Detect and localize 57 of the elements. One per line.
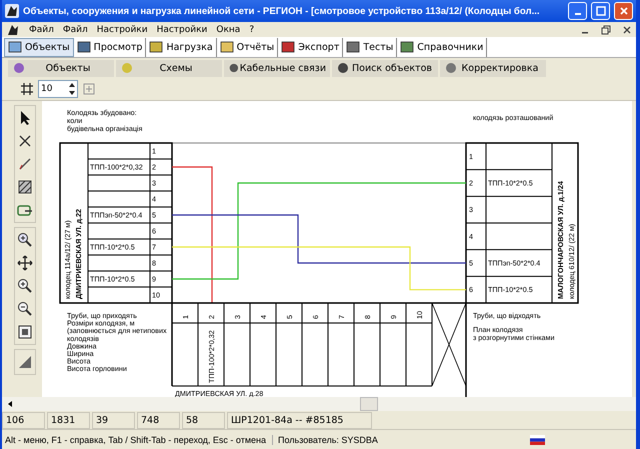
status-field: 748 xyxy=(137,412,180,428)
minimize-icon xyxy=(574,13,580,15)
window-title: Объекты, сооружения и нагрузка линейной сети - РЕГИОН - [смотровое устройство 113а/12/ (Колодцы бол... xyxy=(23,6,541,16)
menu-item[interactable]: Файл xyxy=(62,24,88,34)
close-button[interactable] xyxy=(614,2,633,20)
section-icon xyxy=(444,61,458,75)
section-icon xyxy=(12,61,26,75)
status-user: Пользователь: SYSDBA xyxy=(277,434,379,444)
flag-icon xyxy=(530,434,545,444)
tab-icon xyxy=(346,40,360,54)
tab-icon xyxy=(149,40,164,54)
app-icon xyxy=(5,4,19,18)
maximize-icon xyxy=(596,6,606,16)
minimize-button[interactable] xyxy=(568,2,587,20)
status-field: 58 xyxy=(182,412,225,428)
tab-icon xyxy=(400,40,414,54)
status-field: 106 xyxy=(2,412,45,428)
status-field: 39 xyxy=(92,412,135,428)
horizontal-scrollbar[interactable] xyxy=(2,397,636,411)
zoom-in-icon[interactable] xyxy=(17,278,33,294)
maximize-button[interactable] xyxy=(591,2,610,20)
section-button[interactable]: Схемы xyxy=(116,60,222,76)
tab-icon xyxy=(8,40,22,54)
hatch-icon[interactable] xyxy=(17,179,33,195)
menu-item[interactable]: Настройки xyxy=(96,24,148,34)
pen-icon[interactable] xyxy=(17,156,33,172)
scale-spin-field[interactable]: 10 xyxy=(38,80,78,98)
cross-arrows-icon[interactable] xyxy=(17,133,33,149)
section-button[interactable]: Объекты xyxy=(8,60,114,76)
section-icon xyxy=(228,61,240,75)
section-button[interactable]: Кабельные связи xyxy=(224,60,330,76)
section-icon xyxy=(336,61,350,75)
menu-item[interactable]: Файл xyxy=(29,24,54,34)
menu-item[interactable]: Окна xyxy=(216,24,240,34)
status-field: ШР1201-84а -- #85185 xyxy=(227,412,372,428)
zoom-in-icon[interactable] xyxy=(17,232,33,248)
status-field: 1831 xyxy=(47,412,90,428)
move-icon[interactable] xyxy=(17,255,33,271)
close-icon xyxy=(618,6,628,16)
section-button[interactable]: Корректировка xyxy=(440,60,546,76)
ramp-icon[interactable] xyxy=(17,354,33,370)
tab-icon xyxy=(281,40,296,54)
status-hint: Alt - меню, F1 - справка, Tab / Shift-Tab - переход, Esc - отмена xyxy=(2,434,273,444)
close-icon[interactable] xyxy=(622,24,632,34)
tab[interactable]: Объекты xyxy=(4,38,74,56)
zoom-out-icon[interactable] xyxy=(17,301,33,317)
scroll-left-icon[interactable] xyxy=(6,400,14,408)
menu-item[interactable]: Настройки xyxy=(156,24,208,34)
section-icon xyxy=(120,61,134,75)
menu-item[interactable]: ? xyxy=(249,24,254,34)
restore-icon[interactable] xyxy=(601,24,611,34)
tab-icon xyxy=(76,40,91,54)
scroll-thumb[interactable] xyxy=(360,397,378,411)
section-button[interactable]: Поиск объектов xyxy=(332,60,438,76)
grid-icon[interactable] xyxy=(20,82,34,96)
tab-icon xyxy=(220,40,234,54)
fit-page-icon[interactable] xyxy=(17,324,33,340)
